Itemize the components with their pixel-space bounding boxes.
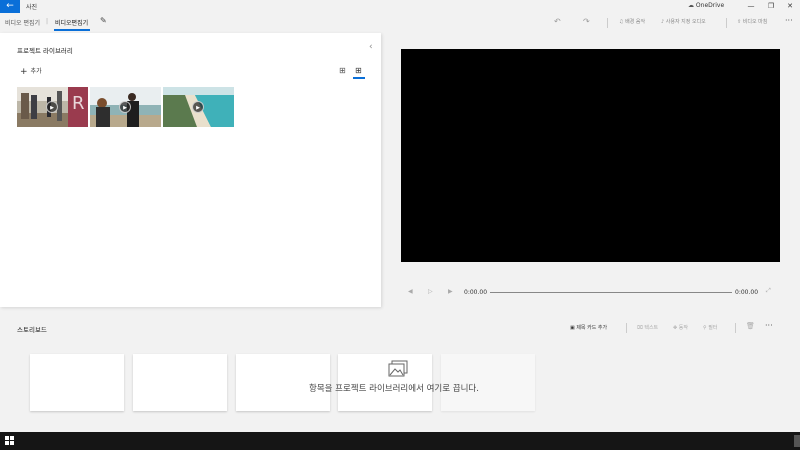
more-icon[interactable]: ··· xyxy=(765,321,773,330)
text-label: 텍스트 xyxy=(644,325,659,331)
video-preview[interactable] xyxy=(401,49,780,262)
plus-icon: + xyxy=(20,67,28,77)
playback-controls: ◀ ▷ ▶ 0:00.00 0:00.00 ⤢ xyxy=(401,285,780,301)
current-time: 0:00.00 xyxy=(464,289,488,296)
project-library-title: 프로젝트 라이브러리 xyxy=(17,47,73,55)
fullscreen-icon[interactable]: ⤢ xyxy=(766,287,771,295)
custom-audio-button[interactable]: ♪ 사용자 지정 오디오 xyxy=(661,18,706,25)
large-grid-view-icon[interactable]: ⊞ xyxy=(355,66,362,75)
redo-icon[interactable]: ↷ xyxy=(583,17,590,26)
edit-icon[interactable]: ✎ xyxy=(100,16,107,25)
filter-icon: ⚲ xyxy=(703,325,707,331)
breadcrumb-underline xyxy=(54,29,90,31)
delete-icon[interactable]: 🗑 xyxy=(746,322,755,330)
custom-audio-label: 사용자 지정 오디오 xyxy=(665,19,706,25)
filters-label: 필터 xyxy=(708,325,718,331)
taskbar xyxy=(0,432,800,450)
back-button[interactable]: ← xyxy=(0,0,20,13)
onedrive-status[interactable]: ☁ OneDrive xyxy=(688,2,724,9)
filters-button[interactable]: ⚲ 필터 xyxy=(703,324,717,331)
maximize-button[interactable]: ❐ xyxy=(762,0,780,13)
project-library-panel: 프로젝트 라이브러리 ‹ + 추가 ⊞ ⊞ R ▶ ▶ ▶ xyxy=(0,33,381,307)
audio-icon: ♪ xyxy=(661,19,665,25)
finish-video-button[interactable]: ⇪ 비디오 마침 xyxy=(737,18,767,25)
storyboard-title: 스토리보드 xyxy=(17,326,47,334)
background-music-label: 배경 음악 xyxy=(625,19,646,25)
windows-start-icon[interactable] xyxy=(5,436,15,446)
images-icon xyxy=(388,360,408,377)
app-title: 사진 xyxy=(26,4,38,11)
close-button[interactable]: ✕ xyxy=(781,0,799,13)
music-icon: ♫ xyxy=(619,19,624,25)
motion-icon: ✥ xyxy=(673,325,678,331)
breadcrumb-parent[interactable]: 비디오 편집기 xyxy=(5,18,40,27)
storyboard-header: 스토리보드 ▣ 제목 카드 추가 ⌧ 텍스트 ✥ 동작 ⚲ 필터 🗑 ··· xyxy=(0,318,800,338)
motion-button[interactable]: ✥ 동작 xyxy=(673,324,688,331)
library-clip-thumbnail[interactable]: ▶ xyxy=(163,87,234,127)
small-grid-view-icon[interactable]: ⊞ xyxy=(339,66,346,75)
finish-video-label: 비디오 마침 xyxy=(742,19,768,25)
forward-icon[interactable]: ▶ xyxy=(448,288,453,295)
add-button[interactable]: + 추가 xyxy=(20,66,42,77)
export-icon: ⇪ xyxy=(737,19,742,25)
seek-bar[interactable] xyxy=(490,292,732,293)
notification-area[interactable] xyxy=(794,435,800,447)
cloud-icon: ☁ xyxy=(688,2,694,9)
add-label: 추가 xyxy=(30,68,42,75)
storyboard-drop-area[interactable]: 항목을 프로젝트 라이브러리에서 여기로 끕니다. xyxy=(0,338,800,431)
title-card-icon: ▣ xyxy=(570,325,575,331)
toolbar: 비디오 편집기 | 비디오편집기 ✎ ↶ ↷ ♫ 배경 음악 ♪ 사용자 지정 … xyxy=(0,13,800,33)
rewind-icon[interactable]: ◀ xyxy=(408,288,413,295)
minimize-button[interactable]: — xyxy=(742,0,760,13)
library-clip-thumbnail[interactable]: ▶ xyxy=(90,87,161,127)
end-time: 0:00.00 xyxy=(735,289,759,296)
storyboard-drop-message: 항목을 프로젝트 라이브러리에서 여기로 끕니다. xyxy=(309,384,479,394)
title-bar: ← 사진 ☁ OneDrive — ❐ ✕ xyxy=(0,0,800,13)
more-icon[interactable]: ··· xyxy=(785,16,793,25)
divider xyxy=(607,18,608,28)
play-icon: ▶ xyxy=(119,101,131,113)
motion-label: 동작 xyxy=(678,325,688,331)
add-title-card-button[interactable]: ▣ 제목 카드 추가 xyxy=(570,324,607,331)
onedrive-label: OneDrive xyxy=(695,2,725,9)
collapse-panel-icon[interactable]: ‹ xyxy=(369,42,373,52)
storyboard-slot xyxy=(30,354,124,411)
play-icon[interactable]: ▷ xyxy=(428,288,433,295)
breadcrumb-current[interactable]: 비디오편집기 xyxy=(55,18,88,27)
play-icon: ▶ xyxy=(46,101,58,113)
divider xyxy=(726,18,727,28)
play-icon: ▶ xyxy=(192,101,204,113)
breadcrumb-separator: | xyxy=(46,18,49,25)
divider xyxy=(735,323,736,333)
library-clip-thumbnail[interactable]: R ▶ xyxy=(17,87,88,127)
svg-text:R: R xyxy=(72,93,85,114)
divider xyxy=(626,323,627,333)
text-button[interactable]: ⌧ 텍스트 xyxy=(637,324,658,331)
storyboard-slot xyxy=(133,354,227,411)
undo-icon[interactable]: ↶ xyxy=(554,17,561,26)
text-icon: ⌧ xyxy=(637,325,643,331)
view-selected-indicator xyxy=(353,77,365,79)
background-music-button[interactable]: ♫ 배경 음악 xyxy=(619,18,645,25)
add-title-card-label: 제목 카드 추가 xyxy=(576,325,608,331)
